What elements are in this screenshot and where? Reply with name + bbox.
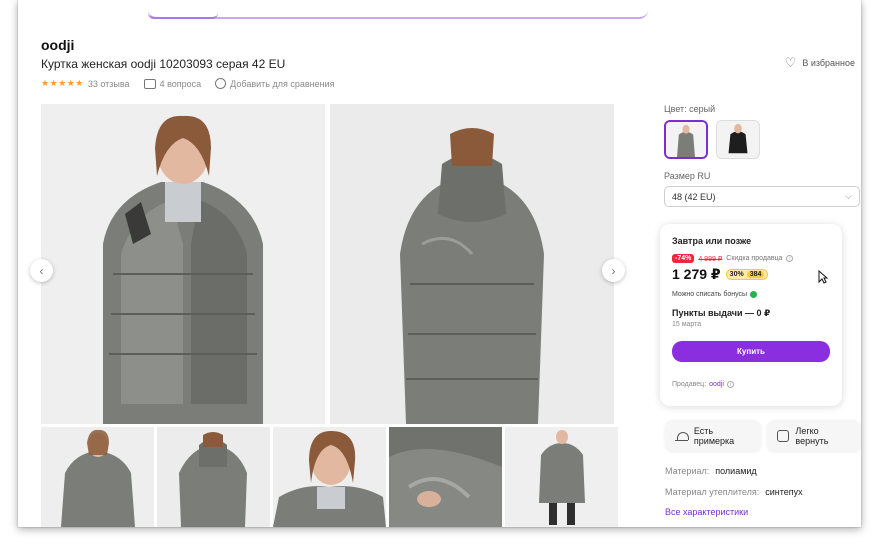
compare-icon (215, 78, 227, 89)
reviews-link[interactable]: 33 отзыва (88, 79, 130, 89)
bonus-percent: 30% (729, 271, 744, 278)
thumbnail-image (41, 427, 154, 527)
fitting-perk[interactable]: Есть примерка (665, 420, 761, 451)
jacket-front-image (41, 104, 325, 424)
bonus-amount: 384 (746, 271, 765, 278)
thumbnail-3[interactable] (273, 427, 386, 527)
thumbnail-image (505, 427, 618, 527)
old-price-row: -74% 4 999 ₽ Скидка продавца i (672, 254, 830, 263)
jacket-back-image (330, 104, 614, 424)
thumbnail-2[interactable] (157, 427, 270, 527)
return-perk[interactable]: Легко вернуть (767, 420, 861, 451)
thumbnail-image (389, 427, 502, 527)
bonus-note-row: Можно списать бонусы (672, 291, 830, 298)
buy-button[interactable]: Купить (672, 341, 830, 362)
spec-filler: Материал утеплителя: синтепух (665, 487, 803, 497)
old-price: 4 999 ₽ (698, 255, 723, 263)
all-specs-link[interactable]: Все характеристики (665, 507, 748, 517)
favorite-button[interactable]: ♡ В избранное (785, 56, 855, 69)
mouse-cursor-icon (818, 270, 828, 284)
pickup-date: 15 марта (672, 321, 702, 328)
product-page: oodji Куртка женская oodji 10203093 сера… (18, 0, 861, 527)
chevron-down-icon: ⌵ (845, 191, 852, 201)
product-meta: ★★★★★ 33 отзыва 4 вопроса Добавить для с… (41, 78, 334, 89)
main-photo-back[interactable] (330, 104, 614, 424)
thumbnail-5[interactable] (505, 427, 618, 527)
search-bar-edge (148, 10, 648, 19)
fitting-label: Есть примерка (693, 425, 735, 446)
info-icon[interactable]: i (726, 381, 734, 388)
rating-stars: ★★★★★ (41, 78, 84, 88)
spec-material-value: полиамид (715, 466, 757, 476)
pickup-title: Пункты выдачи — 0 ₽ (672, 308, 771, 318)
heart-icon: ♡ (784, 55, 797, 70)
favorite-label: В избранное (802, 57, 855, 68)
questions-link[interactable]: 4 вопроса (143, 78, 202, 89)
sale-label: Скидка продавца (726, 255, 783, 262)
color-swatch-image (717, 121, 759, 158)
size-label: Размер RU (664, 171, 711, 181)
brand-name[interactable]: oodji (41, 37, 74, 53)
buy-card: Завтра или позже -74% 4 999 ₽ Скидка про… (660, 224, 842, 406)
chat-icon (143, 78, 156, 89)
thumbnail-4[interactable] (389, 427, 502, 527)
color-swatch-gray[interactable] (664, 120, 708, 159)
spec-material-label: Материал: (665, 466, 710, 476)
options-panel: Цвет: серый Размер RU 48 (42 EU) ⌵ (664, 104, 860, 207)
seller-label: Продавец: (672, 381, 707, 388)
seller-row: Продавец: oodji i (672, 381, 830, 388)
color-swatch-image (666, 122, 706, 157)
gallery-prev-button[interactable]: ‹ (30, 259, 53, 282)
thumbnail-1[interactable] (41, 427, 154, 527)
spec-filler-value: синтепух (765, 487, 803, 497)
thumbnail-image (273, 427, 386, 527)
size-value: 48 (42 EU) (672, 191, 716, 202)
product-title: Куртка женская oodji 10203093 серая 42 E… (41, 57, 286, 71)
bonus-icon (750, 291, 758, 298)
info-icon[interactable]: i (786, 255, 794, 262)
color-label: Цвет: серый (664, 104, 716, 114)
color-swatch-black[interactable] (716, 120, 760, 159)
color-options (664, 120, 860, 159)
rating[interactable]: ★★★★★ 33 отзыва (41, 78, 130, 89)
seller-link[interactable]: oodji (709, 381, 724, 388)
gallery-next-button[interactable]: › (602, 259, 625, 282)
bonus-note: Можно списать бонусы (672, 291, 748, 298)
delivery-title: Завтра или позже (672, 236, 752, 246)
bonus-badge[interactable]: 30% 384 (725, 269, 769, 280)
bag-icon (777, 429, 790, 442)
compare-link[interactable]: Добавить для сравнения (215, 78, 334, 89)
current-price: 1 279 ₽ (672, 266, 721, 282)
main-photo-front[interactable] (41, 104, 325, 424)
search-bar-accent (148, 10, 218, 19)
price-row: 1 279 ₽ 30% 384 (672, 266, 830, 283)
thumbnail-strip (41, 427, 618, 527)
size-select[interactable]: 48 (42 EU) ⌵ (664, 186, 860, 207)
thumbnail-image (157, 427, 270, 527)
spec-material: Материал: полиамид (665, 466, 757, 476)
hanger-icon (675, 431, 688, 441)
compare-label: Добавить для сравнения (230, 78, 335, 89)
discount-badge: -74% (672, 254, 695, 263)
questions-label: 4 вопроса (159, 78, 202, 89)
return-label: Легко вернуть (795, 425, 829, 446)
spec-filler-label: Материал утеплителя: (665, 487, 760, 497)
